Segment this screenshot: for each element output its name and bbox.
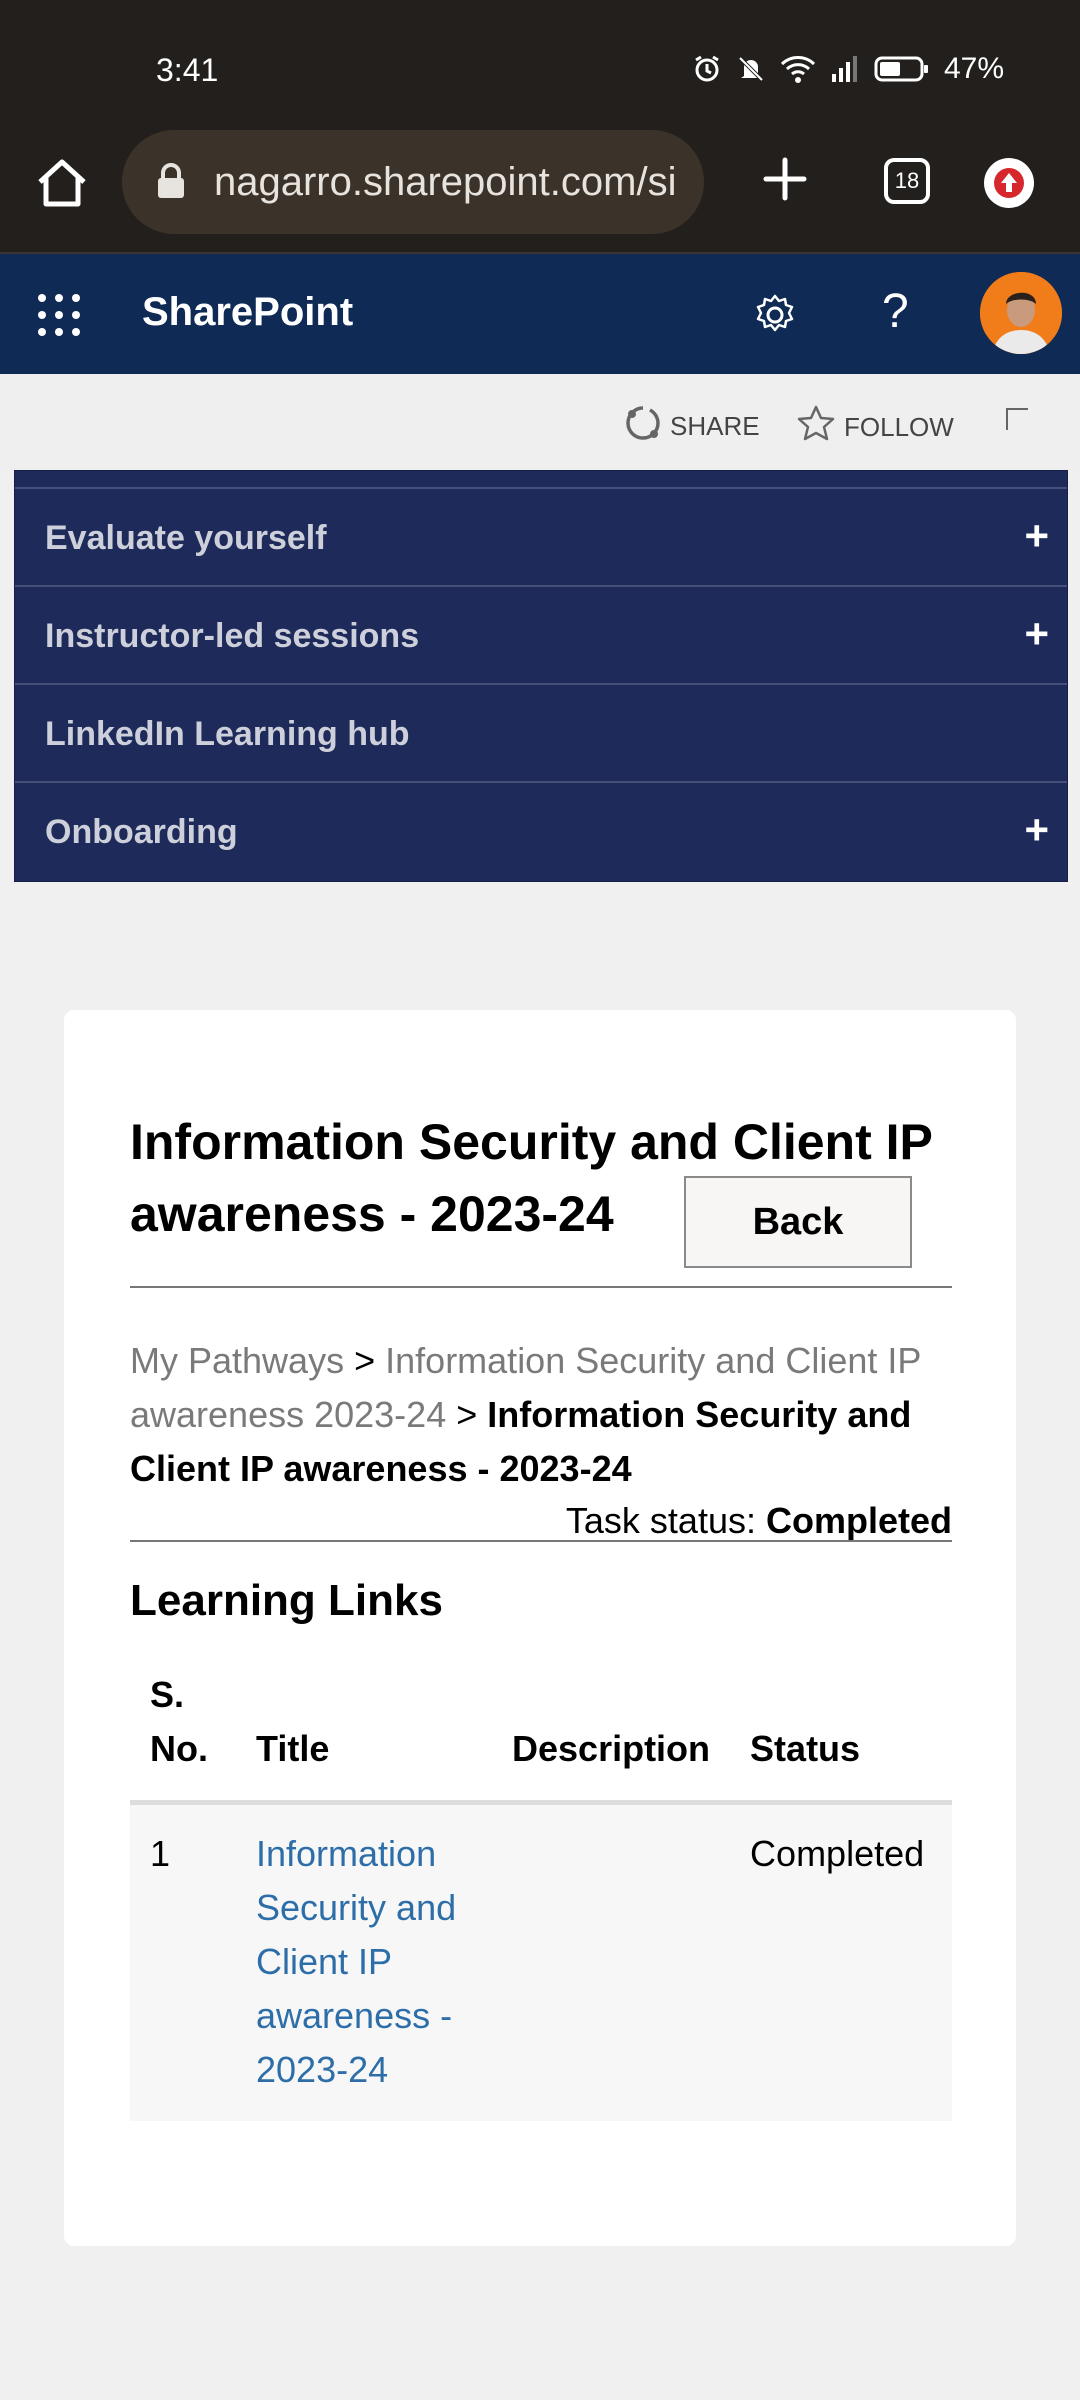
cell-status: Completed bbox=[730, 1802, 952, 2121]
mute-icon bbox=[736, 54, 766, 84]
app-title[interactable]: SharePoint bbox=[142, 290, 353, 335]
page-action-bar: SHARE FOLLOW bbox=[0, 374, 1080, 470]
nav-item-label: Evaluate yourself bbox=[45, 519, 327, 557]
learning-link[interactable]: Information Security and Client IP aware… bbox=[236, 1802, 492, 2121]
task-status-label: Task status: bbox=[565, 1500, 756, 1541]
task-status: Task status: Completed bbox=[566, 1500, 952, 1542]
sharepoint-header: SharePoint ? bbox=[0, 254, 1080, 374]
expand-icon[interactable]: + bbox=[1024, 613, 1049, 655]
help-icon[interactable]: ? bbox=[882, 284, 909, 339]
nav-item-instructor-led-sessions[interactable]: Instructor-led sessions + bbox=[15, 587, 1067, 685]
content-card: Information Security and Client IP aware… bbox=[64, 1010, 1016, 2246]
column-header-title: Title bbox=[236, 1656, 492, 1805]
tab-switcher-button[interactable]: 18 bbox=[884, 158, 930, 204]
breadcrumb: My Pathways > Information Security and C… bbox=[130, 1334, 952, 1496]
share-icon bbox=[624, 404, 662, 449]
column-header-sno: S. No. bbox=[130, 1656, 236, 1805]
wifi-icon bbox=[780, 54, 816, 84]
follow-label: FOLLOW bbox=[844, 412, 954, 442]
battery-icon bbox=[874, 54, 930, 84]
task-status-value: Completed bbox=[765, 1500, 952, 1541]
table-row: 1 Information Security and Client IP awa… bbox=[130, 1802, 952, 2121]
signal-icon bbox=[830, 54, 860, 84]
table-header-row: S. No. Title Description Status bbox=[130, 1656, 952, 1805]
expand-icon[interactable]: + bbox=[1024, 515, 1049, 557]
nav-item-onboarding[interactable]: Onboarding + bbox=[15, 783, 1067, 881]
follow-button[interactable]: FOLLOW bbox=[796, 404, 954, 451]
nav-item-label: LinkedIn Learning hub bbox=[45, 715, 410, 753]
share-label: SHARE bbox=[670, 411, 760, 441]
focus-mode-icon[interactable] bbox=[1006, 408, 1028, 430]
quick-launch-nav: Evaluate yourself + Instructor-led sessi… bbox=[14, 470, 1068, 882]
divider bbox=[130, 1540, 952, 1542]
nav-item-evaluate-yourself[interactable]: Evaluate yourself + bbox=[15, 489, 1067, 587]
breadcrumb-separator: > bbox=[456, 1394, 478, 1435]
cell-description bbox=[492, 1802, 731, 2121]
gear-icon[interactable] bbox=[752, 292, 798, 338]
home-icon[interactable] bbox=[32, 154, 92, 214]
star-icon bbox=[796, 404, 836, 451]
url-text: nagarro.sharepoint.com/si bbox=[214, 160, 677, 204]
clock: 3:41 bbox=[156, 52, 219, 88]
breadcrumb-link-my-pathways[interactable]: My Pathways bbox=[130, 1340, 344, 1381]
new-tab-icon[interactable] bbox=[760, 154, 810, 204]
column-header-description: Description bbox=[492, 1656, 731, 1805]
cell-sno: 1 bbox=[130, 1802, 236, 2121]
learning-links-table: S. No. Title Description Status 1 Inform… bbox=[130, 1656, 952, 2121]
status-bar: 3:41 47% bbox=[0, 0, 1080, 124]
browser-toolbar: nagarro.sharepoint.com/si 18 bbox=[0, 124, 1080, 254]
expand-icon[interactable]: + bbox=[1024, 809, 1049, 851]
nav-item-label: Instructor-led sessions bbox=[45, 617, 420, 655]
app-launcher-icon[interactable] bbox=[38, 294, 80, 336]
column-header-status: Status bbox=[730, 1656, 952, 1805]
nav-item-label: Onboarding bbox=[45, 813, 238, 851]
update-icon[interactable] bbox=[984, 158, 1034, 208]
nav-item-linkedin-learning-hub[interactable]: LinkedIn Learning hub bbox=[15, 685, 1067, 783]
avatar[interactable] bbox=[980, 272, 1062, 354]
section-title: Learning Links bbox=[130, 1576, 443, 1625]
address-bar[interactable]: nagarro.sharepoint.com/si bbox=[122, 130, 704, 234]
lock-icon bbox=[154, 162, 188, 207]
nav-divider bbox=[15, 471, 1067, 489]
breadcrumb-separator: > bbox=[354, 1340, 376, 1381]
alarm-icon bbox=[692, 54, 722, 84]
status-icons: 47% bbox=[692, 52, 1004, 86]
battery-percent: 47% bbox=[943, 52, 1004, 85]
share-button[interactable]: SHARE bbox=[624, 404, 760, 449]
divider bbox=[130, 1286, 952, 1288]
back-button[interactable]: Back bbox=[684, 1176, 912, 1268]
